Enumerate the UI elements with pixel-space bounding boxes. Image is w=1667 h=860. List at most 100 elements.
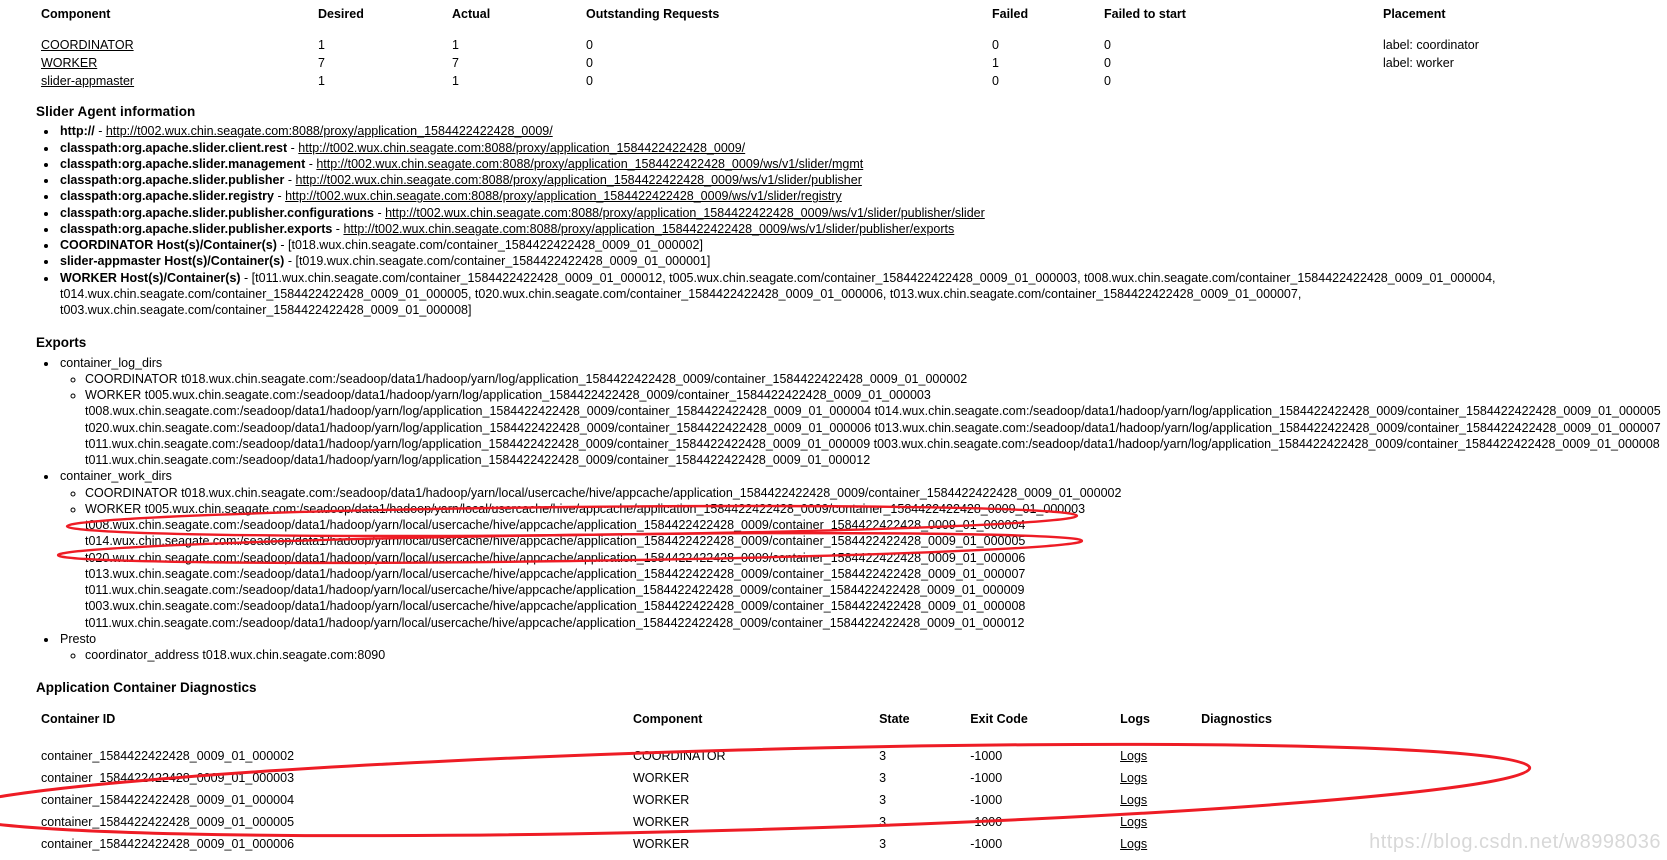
- export-line: t008.wux.chin.seagate.com:/seadoop/data1…: [85, 518, 1026, 533]
- logs-link[interactable]: Logs: [1120, 771, 1147, 785]
- col-exit-code: Exit Code: [970, 711, 1028, 726]
- list-item: coordinator_address t018.wux.chin.seagat…: [85, 647, 1667, 663]
- agent-link[interactable]: http://t002.wux.chin.seagate.com:8088/pr…: [385, 206, 985, 220]
- agent-label: classpath:org.apache.slider.registry: [60, 189, 274, 204]
- agent-link[interactable]: http://t002.wux.chin.seagate.com:8088/pr…: [298, 141, 745, 155]
- list-item: classpath:org.apache.slider.registry - h…: [58, 188, 1667, 204]
- col-actual: Actual: [452, 7, 491, 21]
- list-item-hosts: COORDINATOR Host(s)/Container(s) - [t018…: [58, 237, 1667, 253]
- host-label: COORDINATOR Host(s)/Container(s): [60, 238, 277, 253]
- export-line: t011.wux.chin.seagate.com:/seadoop/data1…: [85, 453, 871, 468]
- cell-exit-code: -1000: [970, 770, 1003, 785]
- sep: -: [94, 124, 106, 139]
- col-placement: Placement: [1383, 7, 1446, 21]
- agent-link[interactable]: http://t002.wux.chin.seagate.com:8088/pr…: [285, 189, 842, 203]
- cell-state: 3: [879, 748, 887, 763]
- export-group-container-work-dirs: container_work_dirs COORDINATOR t018.wux…: [58, 468, 1667, 631]
- cell-actual: 1: [452, 74, 459, 88]
- cell-exit-code: -1000: [970, 792, 1003, 807]
- cell-failed: 1: [992, 56, 999, 70]
- host-value: [t019.wux.chin.seagate.com/container_158…: [295, 254, 711, 269]
- host-label: slider-appmaster Host(s)/Container(s): [60, 254, 285, 269]
- col-component: Component: [632, 711, 703, 726]
- logs-link[interactable]: Logs: [1120, 749, 1147, 763]
- col-failed: Failed: [992, 7, 1029, 21]
- host-value: [t018.wux.chin.seagate.com/container_158…: [288, 238, 703, 253]
- cell-exit-code: -1000: [970, 748, 1003, 763]
- cell-diagnostics: [1201, 745, 1667, 767]
- sep: -: [273, 189, 286, 204]
- component-link-slider-appmaster[interactable]: slider-appmaster: [41, 74, 134, 88]
- cell-component: WORKER: [632, 770, 690, 785]
- logs-link[interactable]: Logs: [1120, 815, 1147, 829]
- cell-desired: 1: [318, 74, 325, 88]
- sep: -: [332, 221, 344, 236]
- cell-desired: 1: [318, 38, 325, 52]
- agent-label: classpath:org.apache.slider.publisher.co…: [60, 205, 374, 220]
- export-line-highlighted: t011.wux.chin.seagate.com:/seadoop/data1…: [85, 583, 1025, 598]
- cell-container-id: container_1584422422428_0009_01_000005: [41, 814, 295, 829]
- agent-link[interactable]: http://t002.wux.chin.seagate.com:8088/pr…: [316, 157, 863, 171]
- agent-link[interactable]: http://t002.wux.chin.seagate.com:8088/pr…: [296, 173, 862, 187]
- cell-diagnostics: [1201, 789, 1667, 811]
- cell-outstanding: 0: [586, 74, 593, 88]
- export-line: t008.wux.chin.seagate.com:/seadoop/data1…: [85, 404, 1661, 419]
- export-entries: COORDINATOR t018.wux.chin.seagate.com:/s…: [60, 371, 1667, 469]
- export-entries: coordinator_address t018.wux.chin.seagat…: [60, 647, 1667, 663]
- col-desired: Desired: [318, 7, 364, 21]
- cell-diagnostics: [1201, 767, 1667, 789]
- cell-failed-to-start: 0: [1104, 74, 1111, 88]
- sep: -: [284, 254, 296, 269]
- host-label: WORKER Host(s)/Container(s): [60, 270, 241, 285]
- sep: -: [373, 205, 386, 220]
- col-failed-to-start: Failed to start: [1104, 7, 1186, 21]
- cell-container-id: container_1584422422428_0009_01_000006: [41, 836, 295, 851]
- cell-state: 3: [879, 792, 887, 807]
- list-item-hosts: WORKER Host(s)/Container(s) - [t011.wux.…: [58, 270, 1667, 319]
- cell-state: 3: [879, 814, 887, 829]
- cell-outstanding: 0: [586, 56, 593, 70]
- cell-exit-code: -1000: [970, 814, 1003, 829]
- export-line: t014.wux.chin.seagate.com:/seadoop/data1…: [85, 534, 1026, 549]
- cell-component: WORKER: [632, 792, 690, 807]
- cell-actual: 1: [452, 38, 459, 52]
- slider-agent-heading: Slider Agent information: [36, 104, 196, 119]
- cell-container-id: container_1584422422428_0009_01_000004: [41, 792, 295, 807]
- col-component: Component: [41, 7, 111, 21]
- diagnostics-heading: Application Container Diagnostics: [36, 680, 257, 696]
- agent-link[interactable]: http://t002.wux.chin.seagate.com:8088/pr…: [106, 124, 553, 138]
- component-link-worker[interactable]: WORKER: [41, 56, 97, 70]
- table-row: container_1584422422428_0009_01_000003 W…: [0, 767, 1667, 789]
- table-row: container_1584422422428_0009_01_000005 W…: [0, 811, 1667, 833]
- cell-state: 3: [879, 855, 970, 860]
- cell-failed-to-start: 0: [1104, 38, 1111, 52]
- export-line: t003.wux.chin.seagate.com:/seadoop/data1…: [85, 599, 1026, 614]
- cell-placement: label: coordinator: [1383, 38, 1479, 52]
- list-item: classpath:org.apache.slider.publisher - …: [58, 172, 1667, 188]
- cell-failed: 0: [992, 74, 999, 88]
- agent-link[interactable]: http://t002.wux.chin.seagate.com:8088/pr…: [343, 222, 954, 236]
- host-value-line: [t011.wux.chin.seagate.com/container_158…: [251, 270, 1496, 285]
- export-line: WORKER t005.wux.chin.seagate.com:/seadoo…: [85, 501, 1086, 516]
- cell-state: 3: [879, 836, 887, 851]
- cell-container-id: container_1584422422428_0009_01_000002: [41, 748, 295, 763]
- agent-label: classpath:org.apache.slider.management: [60, 156, 306, 171]
- table-row: slider-appmaster 1 1 0 0 0: [0, 72, 1667, 90]
- logs-link[interactable]: Logs: [1120, 793, 1147, 807]
- export-line: COORDINATOR t018.wux.chin.seagate.com:/s…: [85, 485, 1122, 500]
- component-link-coordinator[interactable]: COORDINATOR: [41, 38, 134, 52]
- components-table-header-row: Component Desired Actual Outstanding Req…: [0, 0, 1667, 36]
- exports-heading: Exports: [36, 335, 87, 351]
- col-diagnostics: Diagnostics: [1201, 711, 1272, 726]
- export-group-presto: Presto coordinator_address t018.wux.chin…: [58, 631, 1667, 664]
- cell-container-id: container_1584422422428_0009_01_000003: [41, 770, 295, 785]
- watermark: https://blog.csdn.net/w8998036: [1369, 831, 1661, 854]
- export-group-name: container_log_dirs: [60, 355, 163, 370]
- list-item-hosts: slider-appmaster Host(s)/Container(s) - …: [58, 253, 1667, 269]
- table-row: COORDINATOR 1 1 0 0 0 label: coordinator: [0, 36, 1667, 54]
- sep: -: [240, 270, 252, 285]
- cell-placement: label: worker: [1383, 56, 1454, 70]
- list-item: classpath:org.apache.slider.management -…: [58, 156, 1667, 172]
- cell-component: WORKER: [633, 855, 879, 860]
- logs-link[interactable]: Logs: [1120, 837, 1147, 851]
